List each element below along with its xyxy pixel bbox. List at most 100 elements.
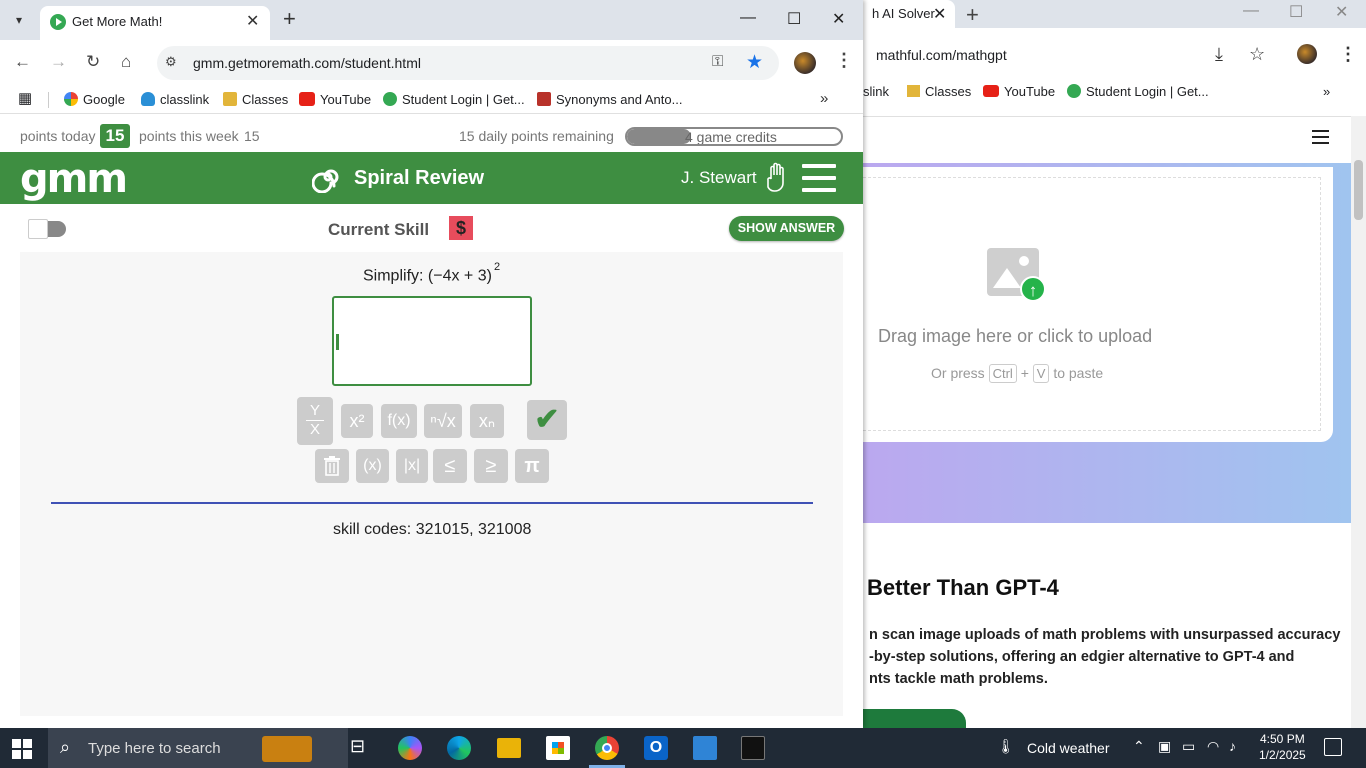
maximize-icon[interactable]: ☐ — [1289, 2, 1303, 22]
gmm-menu-icon[interactable] — [802, 164, 836, 192]
home-icon[interactable]: ⌂ — [121, 52, 131, 72]
function-button[interactable]: f(x) — [381, 404, 417, 438]
meet-now-icon[interactable]: ▣ — [1158, 738, 1171, 755]
bookmark-youtube[interactable]: YouTube — [299, 92, 371, 107]
terminal-icon[interactable] — [741, 736, 765, 760]
tab-title: Get More Math! — [72, 14, 163, 29]
scrollbar-thumb[interactable] — [1354, 160, 1363, 220]
trash-button[interactable] — [315, 449, 349, 483]
site-info-icon[interactable]: ⚙ — [165, 54, 177, 70]
menu-dots-icon[interactable]: ⋮ — [1339, 44, 1357, 65]
url-text[interactable]: mathful.com/mathgpt — [876, 47, 1007, 63]
apps-grid-icon[interactable]: ▦ — [18, 89, 32, 107]
hamburger-menu-icon[interactable] — [1312, 130, 1329, 144]
gmm-header: gmm Spiral Review J. Stewart — [0, 152, 863, 204]
bookmark-classes[interactable]: Classes — [907, 84, 971, 99]
greater-equal-button[interactable]: ≥ — [474, 449, 508, 483]
gmm-logo[interactable]: gmm — [20, 156, 128, 202]
store-icon[interactable] — [546, 736, 570, 760]
close-icon[interactable]: ✕ — [933, 4, 946, 24]
chevron-up-icon[interactable]: ⌃ — [1133, 738, 1145, 755]
less-equal-button[interactable]: ≤ — [433, 449, 467, 483]
chrome-icon[interactable] — [595, 736, 619, 760]
bookmark-star-icon[interactable]: ★ — [746, 51, 763, 74]
gmm-favicon-icon — [50, 14, 66, 30]
bookmark-synonyms[interactable]: Synonyms and Anto... — [537, 92, 682, 107]
menu-dots-icon[interactable]: ⋮ — [835, 50, 853, 71]
show-answer-button[interactable]: SHOW ANSWER — [729, 216, 844, 241]
forward-icon[interactable]: → — [50, 52, 67, 72]
tab-search-icon[interactable]: ▾ — [6, 8, 32, 32]
task-view-icon[interactable]: ⊟ — [350, 736, 374, 760]
subscript-button[interactable]: xₙ — [470, 404, 504, 438]
avatar[interactable] — [1297, 44, 1317, 64]
outlook-icon[interactable]: O — [644, 736, 668, 760]
bookmark-student-login[interactable]: Student Login | Get... — [1067, 84, 1209, 99]
upload-dropzone[interactable]: ↑ Drag image here or click to upload Or … — [863, 177, 1321, 431]
answer-input[interactable] — [332, 296, 532, 386]
avatar[interactable] — [794, 52, 816, 74]
download-icon[interactable]: ⤓ — [1215, 44, 1223, 65]
parentheses-button[interactable]: (x) — [356, 449, 389, 483]
clock[interactable]: 4:50 PM 1/2/2025 — [1259, 731, 1306, 763]
wifi-icon[interactable]: ◠ — [1207, 738, 1219, 755]
cta-button[interactable] — [863, 709, 966, 728]
scrollbar[interactable] — [1351, 116, 1366, 728]
gmm-app: points today 15 points this week 15 15 d… — [0, 120, 863, 728]
classroom-icon — [223, 92, 237, 106]
bookmark-student-login[interactable]: Student Login | Get... — [383, 92, 525, 107]
notification-icon[interactable] — [1324, 738, 1342, 756]
mode-toggle[interactable] — [28, 219, 66, 239]
tab-mathful[interactable]: h AI Solver ✕ — [863, 0, 955, 28]
game-credits-bar[interactable]: 4 game credits — [625, 127, 843, 146]
close-icon[interactable]: ✕ — [246, 11, 259, 31]
current-skill-label[interactable]: Current Skill — [328, 220, 429, 240]
tab-title: h AI Solver — [872, 6, 935, 21]
briefcase-icon[interactable] — [262, 736, 312, 762]
points-today-badge: 15 — [100, 124, 130, 148]
foreground-browser-window: ▾ Get More Math! ✕ + — ☐ ✕ ← → ↻ ⌂ ⚙ gmm… — [0, 0, 863, 728]
bookmark-youtube[interactable]: YouTube — [983, 84, 1055, 99]
bookmark-classlink[interactable]: classlink — [141, 92, 209, 107]
windows-start-icon[interactable] — [12, 739, 32, 759]
edge-icon[interactable] — [447, 736, 471, 760]
close-window-icon[interactable]: ✕ — [832, 9, 845, 29]
dollar-icon[interactable]: $ — [449, 216, 473, 240]
volume-icon[interactable]: ♪ — [1229, 738, 1236, 754]
battery-icon[interactable]: ▭ — [1182, 738, 1195, 755]
bookmarks-overflow-icon[interactable]: » — [1323, 84, 1330, 99]
address-bar[interactable]: ⚙ gmm.getmoremath.com/student.html ⚿ ★ — [157, 46, 779, 80]
thermometer-icon[interactable]: 🌡 — [997, 738, 1015, 755]
tab-get-more-math[interactable]: Get More Math! ✕ — [40, 6, 270, 40]
exponent-button[interactable]: x² — [341, 404, 373, 438]
root-button[interactable]: ⁿ√x — [424, 404, 462, 438]
maximize-icon[interactable]: ☐ — [787, 9, 801, 29]
minimize-icon[interactable]: — — [740, 9, 756, 27]
remote-desktop-icon[interactable] — [693, 736, 717, 760]
upload-card[interactable]: ↑ Drag image here or click to upload Or … — [863, 167, 1333, 442]
reload-icon[interactable]: ↻ — [86, 52, 100, 72]
fraction-button[interactable]: YX — [297, 397, 333, 445]
bookmark-google[interactable]: Google — [64, 92, 125, 107]
weather-text[interactable]: Cold weather — [1027, 740, 1110, 756]
raise-hand-icon[interactable] — [766, 162, 790, 194]
new-tab-icon[interactable]: + — [966, 2, 979, 28]
copilot-icon[interactable] — [398, 736, 422, 760]
bookmarks-overflow-icon[interactable]: » — [820, 90, 828, 107]
new-tab-icon[interactable]: + — [283, 6, 296, 32]
minimize-icon[interactable]: — — [1243, 2, 1259, 20]
section-headline: Better Than GPT-4 — [867, 575, 1059, 600]
bookmark-classes[interactable]: Classes — [223, 92, 288, 107]
close-window-icon[interactable]: ✕ — [1335, 2, 1348, 22]
star-icon[interactable]: ☆ — [1249, 44, 1265, 65]
password-key-icon[interactable]: ⚿ — [712, 53, 723, 70]
absolute-value-button[interactable]: |x| — [396, 449, 428, 483]
pi-button[interactable]: π — [515, 449, 549, 483]
bookmark-classlink[interactable]: slink — [863, 84, 889, 99]
url-text[interactable]: gmm.getmoremath.com/student.html — [193, 55, 421, 71]
submit-check-button[interactable]: ✔ — [527, 400, 567, 440]
user-name[interactable]: J. Stewart — [681, 168, 757, 188]
daily-points-remaining: 15 daily points remaining — [459, 128, 614, 144]
back-icon[interactable]: ← — [14, 52, 31, 72]
file-explorer-icon[interactable] — [497, 738, 521, 758]
